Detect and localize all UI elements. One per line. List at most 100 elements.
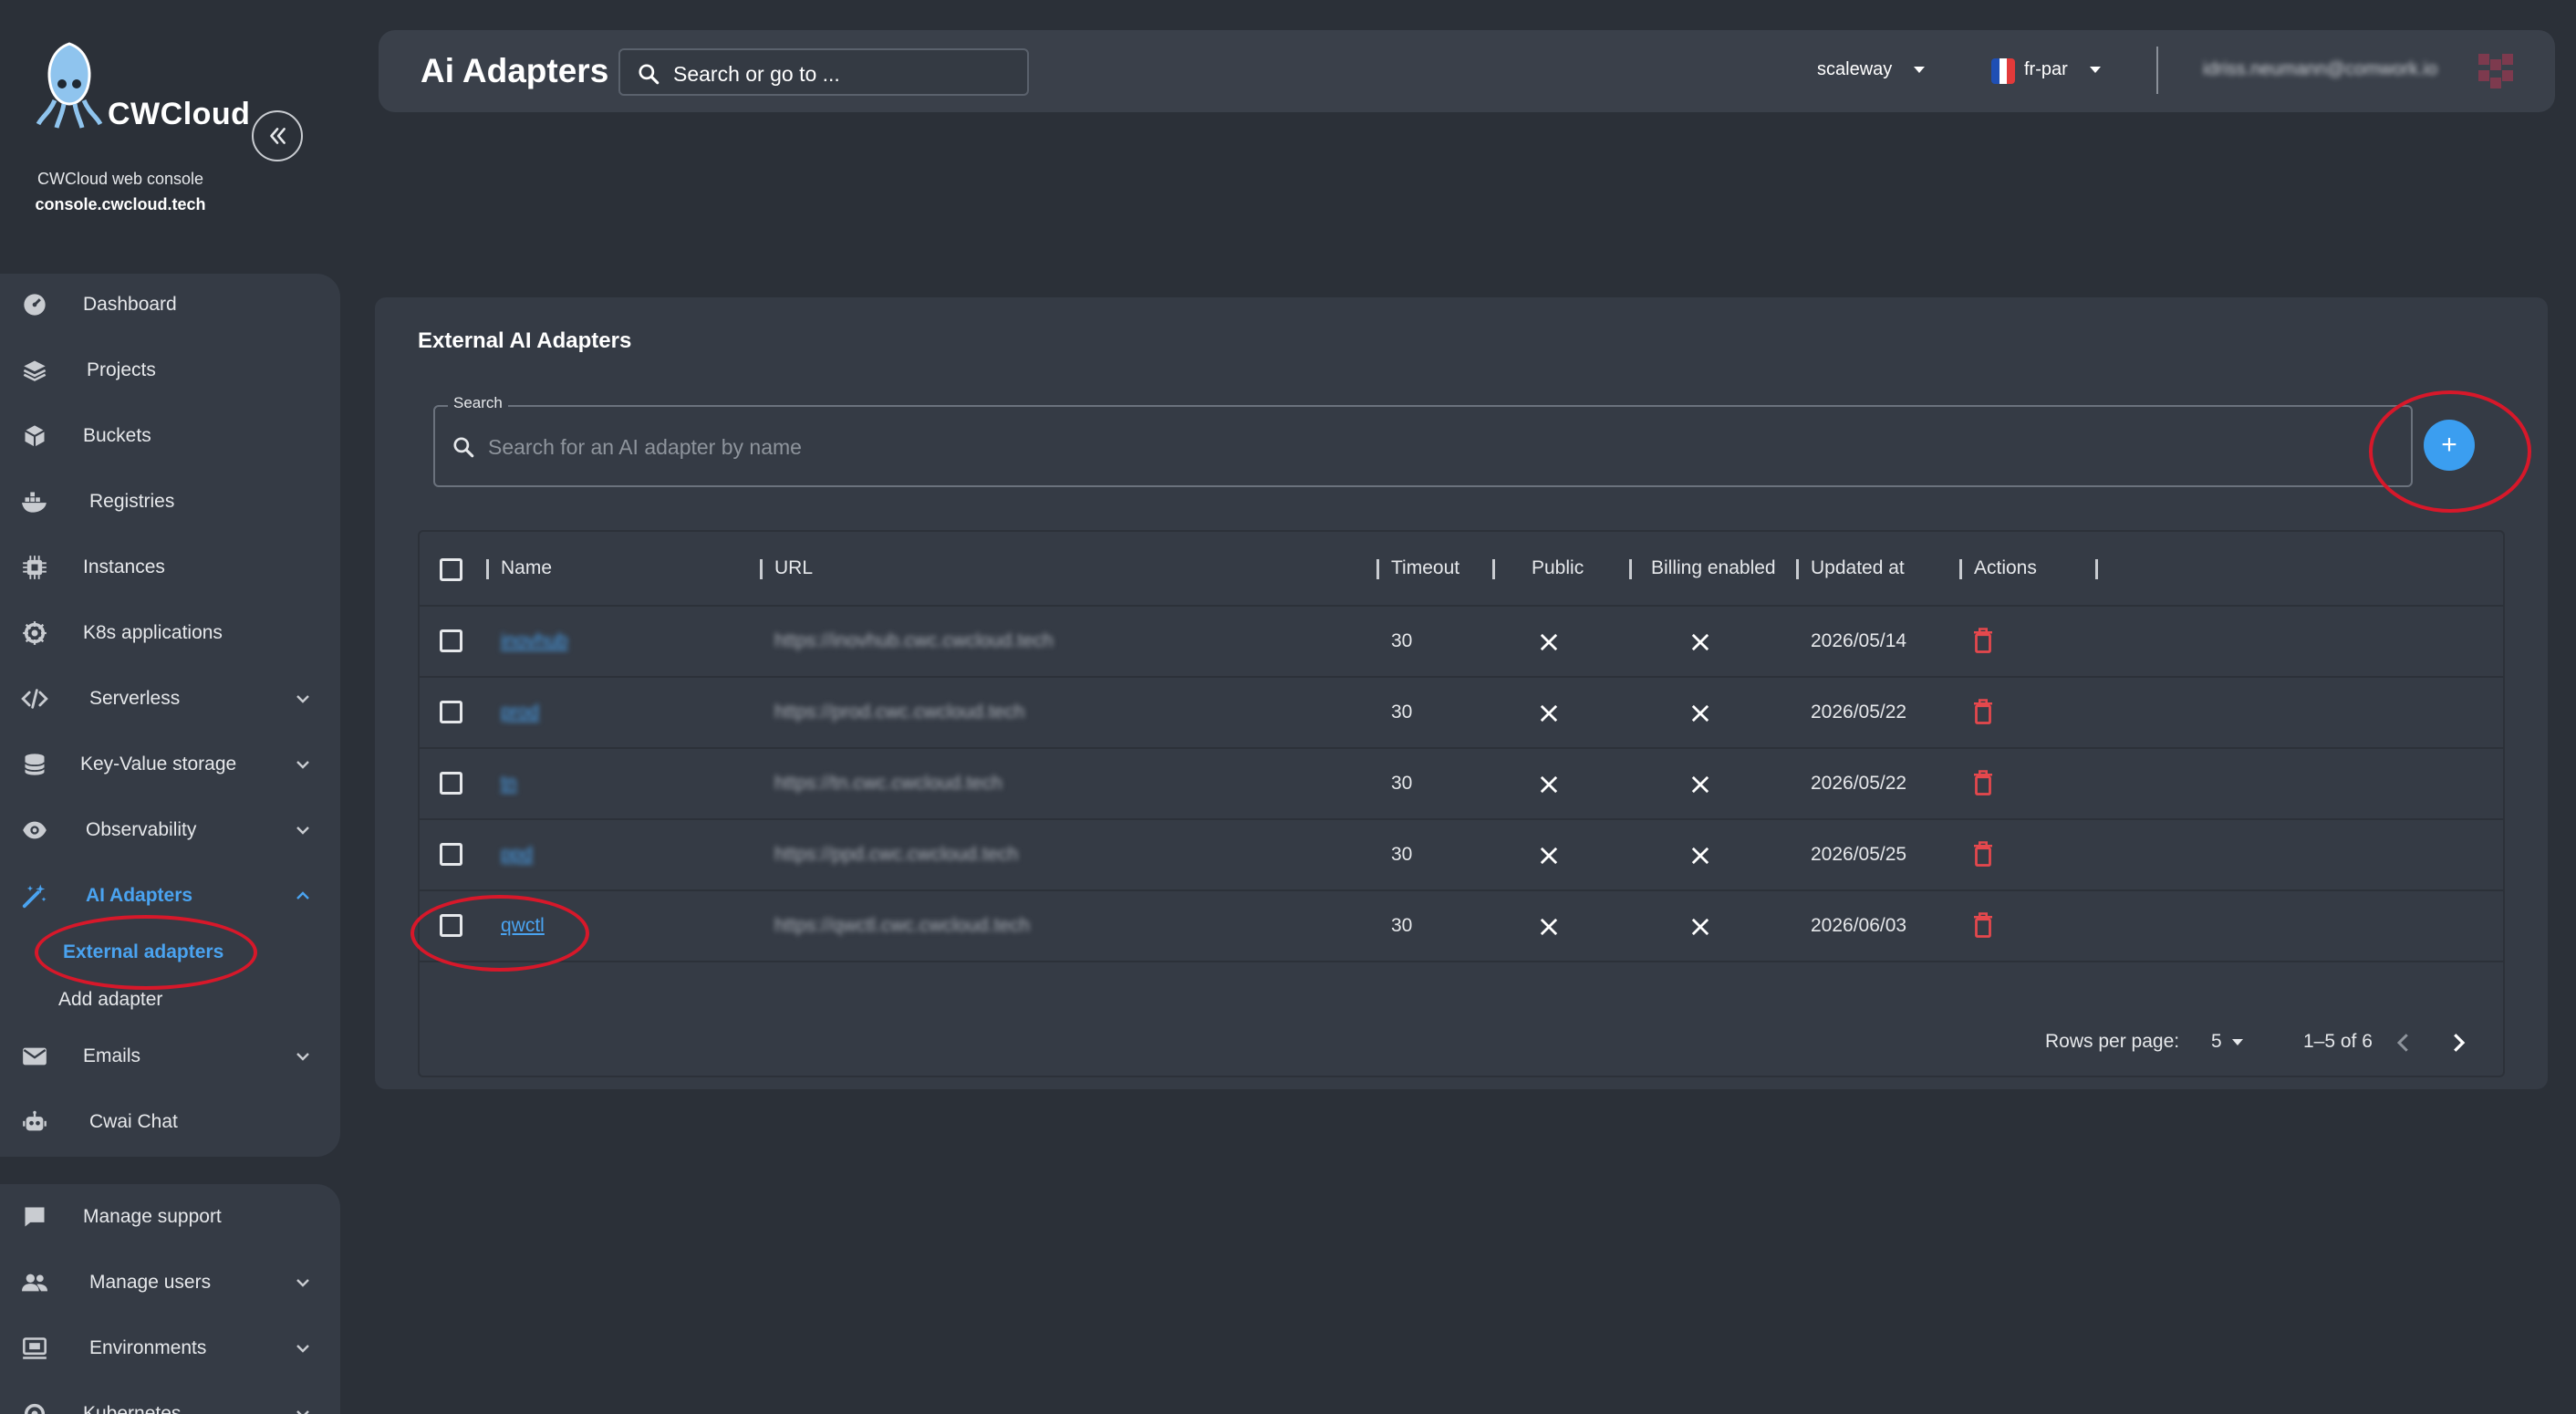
highlight-ring <box>35 915 257 990</box>
topbar: Ai Adapters Search or go to ... scaleway… <box>379 30 2555 112</box>
delete-icon[interactable] <box>1971 627 1995 654</box>
region-select[interactable]: fr-par <box>2024 59 2068 80</box>
sidebar-item-label: Cwai Chat <box>89 1111 178 1132</box>
chevron-down-icon <box>296 1279 309 1287</box>
caret-down-icon[interactable] <box>1912 65 1927 76</box>
column-header-billing-enabled[interactable]: Billing enabled <box>1651 557 1776 579</box>
adapter-url: https://ppd.cwc.cwcloud.tech <box>774 844 1019 865</box>
user-email[interactable]: idriss.neumann@comwork.io <box>2203 59 2437 80</box>
sidebar-item-key-value-storage[interactable]: Key-Value storage <box>0 732 340 797</box>
close-icon <box>1540 918 1558 936</box>
adapter-name-link[interactable]: inovhub <box>501 630 568 652</box>
delete-icon[interactable] <box>1971 840 1995 868</box>
logo-text: CWCloud <box>108 97 251 131</box>
sidebar-item-cwai-chat[interactable]: Cwai Chat <box>0 1089 340 1155</box>
console-subtitle: CWCloud web console <box>36 170 204 188</box>
column-header-timeout[interactable]: Timeout <box>1391 557 1459 579</box>
caret-down-icon[interactable] <box>2231 1038 2244 1047</box>
database-icon <box>20 750 49 779</box>
sidebar-item-emails[interactable]: Emails <box>0 1024 340 1089</box>
sidebar-item-manage-support[interactable]: Manage support <box>0 1184 340 1250</box>
search-icon <box>639 64 660 85</box>
column-header-updated-at[interactable]: Updated at <box>1811 557 1905 579</box>
chevron-right-icon[interactable] <box>2445 1029 2472 1056</box>
adapter-timeout: 30 <box>1391 844 1413 865</box>
sidebar-item-buckets[interactable]: Buckets <box>0 403 340 469</box>
sidebar-item-projects[interactable]: Projects <box>0 338 340 403</box>
adapter-name-link[interactable]: ppd <box>501 844 533 866</box>
sidebar-item-label: Registries <box>89 491 175 512</box>
close-icon <box>1691 918 1709 936</box>
column-header-name[interactable]: Name <box>501 557 552 579</box>
sidebar-item-environments[interactable]: Environments <box>0 1315 340 1381</box>
double-chevron-left-icon <box>270 128 286 144</box>
column-header-public[interactable]: Public <box>1532 557 1584 579</box>
rows-per-page-select[interactable]: 5 <box>2211 1031 2222 1053</box>
main-nav: Dashboard Projects Buckets Registries In… <box>0 274 340 1157</box>
row-checkbox[interactable] <box>440 843 462 866</box>
global-search-input[interactable]: Search or go to ... <box>618 48 1029 96</box>
adapter-url: https://tn.cwc.cwcloud.tech <box>774 773 1002 794</box>
delete-icon[interactable] <box>1971 769 1995 796</box>
helm-icon <box>20 619 49 648</box>
sidebar-item-serverless[interactable]: Serverless <box>0 666 340 732</box>
sidebar: CWCloud CWCloud web console console.cwcl… <box>0 0 341 1414</box>
sidebar-item-observability[interactable]: Observability <box>0 797 340 863</box>
column-separator <box>760 559 763 579</box>
sidebar-item-dashboard[interactable]: Dashboard <box>0 272 340 338</box>
cwcloud-logo[interactable]: CWCloud <box>33 40 250 140</box>
adapter-name-link[interactable]: tn <box>501 773 517 795</box>
column-header-url[interactable]: URL <box>774 557 813 579</box>
select-all-checkbox[interactable] <box>440 558 462 581</box>
sidebar-item-manage-users[interactable]: Manage users <box>0 1250 340 1315</box>
sidebar-item-registries[interactable]: Registries <box>0 469 340 535</box>
close-icon <box>1691 704 1709 723</box>
row-checkbox[interactable] <box>440 701 462 723</box>
sidebar-item-kubernetes[interactable]: Kubernetes <box>0 1381 340 1414</box>
highlight-ring <box>410 895 589 972</box>
code-icon <box>20 684 49 713</box>
delete-icon[interactable] <box>1971 911 1995 939</box>
column-separator <box>1376 559 1379 579</box>
chevron-up-icon <box>296 891 309 899</box>
adapter-name-link[interactable]: prod <box>501 702 539 723</box>
adapter-search-field[interactable] <box>433 405 2413 487</box>
delete-icon[interactable] <box>1971 698 1995 725</box>
column-separator <box>1492 559 1495 579</box>
close-icon <box>1691 775 1709 794</box>
caret-down-icon[interactable] <box>2088 65 2103 76</box>
row-checkbox[interactable] <box>440 772 462 795</box>
sidebar-item-label: Manage users <box>89 1272 212 1293</box>
adapter-search-input[interactable] <box>488 427 2367 467</box>
chevron-down-icon <box>296 1053 309 1061</box>
search-icon <box>453 437 474 458</box>
adapter-updated-at: 2026/05/22 <box>1811 702 1907 723</box>
france-flag-icon <box>1991 58 2015 84</box>
table-pagination: Rows per page: 5 1–5 of 6 <box>420 1011 2503 1076</box>
monitor-icon <box>20 1334 49 1363</box>
sidebar-item-instances[interactable]: Instances <box>0 535 340 600</box>
squid-logo-icon <box>36 42 103 129</box>
row-checkbox[interactable] <box>440 629 462 652</box>
column-separator <box>1629 559 1632 579</box>
sidebar-item-k8s-applications[interactable]: K8s applications <box>0 600 340 666</box>
chevron-left-icon[interactable] <box>2390 1029 2417 1056</box>
avatar[interactable] <box>2475 50 2517 92</box>
sidebar-subitem-add-adapter[interactable]: Add adapter <box>58 989 162 1011</box>
close-icon <box>1691 633 1709 651</box>
sidebar-item-label: Key-Value storage <box>80 754 237 775</box>
search-label: Search <box>448 394 508 412</box>
page-title: Ai Adapters <box>421 52 609 89</box>
sidebar-item-label: Manage support <box>83 1206 222 1227</box>
adapter-url: https://inovhub.cwc.cwcloud.tech <box>774 630 1054 651</box>
chevron-down-icon <box>296 1345 309 1353</box>
sidebar-item-label: Emails <box>83 1045 141 1066</box>
provider-select[interactable]: scaleway <box>1817 59 1892 80</box>
collapse-sidebar-button[interactable] <box>252 110 303 161</box>
chip-icon <box>20 553 49 582</box>
sidebar-item-label: Buckets <box>83 425 151 446</box>
adapters-table: Name URL Timeout Public Billing enabled … <box>410 530 2505 1077</box>
chevron-down-icon <box>296 761 309 769</box>
adapter-timeout: 30 <box>1391 915 1413 936</box>
global-search-text: Search or go to ... <box>673 62 840 86</box>
